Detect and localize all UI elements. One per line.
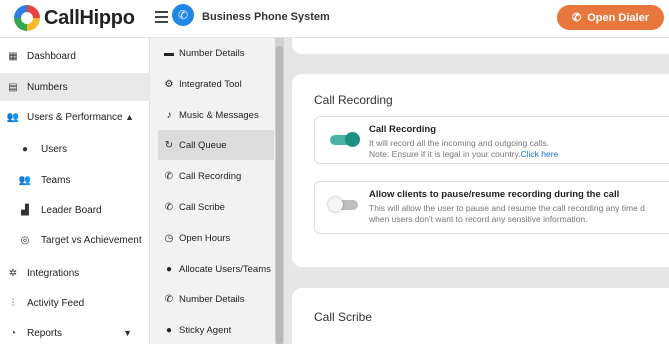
top-bar: CallHippo ✆ Business Phone System ✆ Open …: [0, 0, 669, 38]
sidebar-item-integrations[interactable]: ✲ Integrations: [0, 259, 150, 287]
submenu-item-number-details[interactable]: ▬ Number Details: [158, 38, 274, 68]
submenu-item-open-hours[interactable]: ◷ Open Hours: [158, 223, 274, 253]
submenu-item-number-details-2[interactable]: ✆ Number Details: [158, 284, 274, 314]
user-icon: ●: [21, 143, 29, 155]
submenu-item-label: Call Queue: [179, 139, 227, 151]
sidebar: ▦ Dashboard ▤ Numbers 👥 Users & Performa…: [0, 38, 150, 344]
submenu-item-call-scribe[interactable]: ✆ Call Scribe: [158, 192, 274, 222]
sidebar-item-label: Integrations: [27, 267, 80, 279]
open-dialer-button[interactable]: ✆ Open Dialer: [557, 5, 664, 30]
sidebar-item-label: Leader Board: [41, 204, 102, 216]
logo-text: CallHippo: [44, 6, 135, 29]
sidebar-item-users-performance[interactable]: 👥 Users & Performance ▲: [0, 103, 150, 131]
sidebar-item-label: Dashboard: [27, 50, 76, 62]
phone-details-icon: ✆: [164, 293, 174, 305]
hamburger-menu-icon[interactable]: [155, 11, 168, 23]
target-icon: ◎: [20, 234, 30, 246]
sidebar-item-reports[interactable]: ◔ Reports ▼: [0, 319, 150, 344]
open-dialer-label: Open Dialer: [587, 11, 649, 24]
submenu-item-sticky-agent[interactable]: ● Sticky Agent: [158, 315, 274, 344]
submenu-item-label: Number Details: [179, 47, 245, 59]
submenu-item-label: Open Hours: [179, 232, 231, 244]
phone-icon: ✆: [172, 4, 194, 26]
sidebar-item-label: Teams: [41, 174, 71, 186]
option-title: Allow clients to pause/resume recording …: [369, 189, 620, 200]
sidebar-item-label: Target vs Achievement: [41, 234, 142, 246]
submenu-item-call-recording[interactable]: ✆ Call Recording: [158, 161, 274, 191]
phone-icon: ✆: [572, 12, 582, 24]
users-icon: 👥: [6, 111, 20, 123]
sidebar-item-teams[interactable]: 👥 Teams: [0, 166, 150, 194]
activity-icon: ⫶: [11, 297, 15, 309]
logo-icon: [14, 5, 40, 31]
submenu-item-integrated-tool[interactable]: ⚙ Integrated Tool: [158, 69, 274, 99]
submenu-item-label: Sticky Agent: [179, 324, 232, 336]
sidebar-item-label: Users: [41, 143, 68, 155]
queue-icon: ↻: [164, 139, 174, 151]
option-description-2: when users don't want to record any sens…: [369, 214, 588, 224]
click-here-link[interactable]: Click here: [521, 149, 559, 159]
integrations-icon: ✲: [8, 267, 18, 279]
submenu-item-label: Integrated Tool: [179, 78, 242, 90]
submenu-scrollbar[interactable]: [275, 38, 284, 344]
submenu-item-music-messages[interactable]: ♪ Music & Messages: [158, 100, 274, 130]
pause-resume-toggle[interactable]: [328, 197, 358, 212]
chevron-down-icon[interactable]: ▼: [123, 328, 132, 338]
sidebar-item-dashboard[interactable]: ▦ Dashboard: [0, 42, 150, 70]
call-recording-card: Call Recording Call Recording It will re…: [292, 74, 669, 267]
option-description: This will allow the user to pause and re…: [369, 203, 645, 213]
main-content: Call Recording Call Recording It will re…: [284, 38, 669, 344]
callhippo-logo[interactable]: CallHippo: [14, 5, 135, 31]
sidebar-item-leader-board[interactable]: ▟ Leader Board: [0, 196, 150, 224]
submenu-item-label: Music & Messages: [179, 109, 259, 121]
option-description: It will record all the incoming and outg…: [369, 138, 550, 148]
sidebar-item-label: Reports: [27, 327, 63, 339]
reports-icon: ◔: [9, 327, 17, 339]
sidebar-item-target-vs-achievement[interactable]: ◎ Target vs Achievement: [0, 226, 150, 254]
call-scribe-card: Call Scribe: [292, 288, 669, 344]
submenu-item-label: Number Details: [179, 293, 245, 305]
section-title: Call Recording: [314, 93, 393, 107]
previous-section-card: [292, 38, 669, 54]
briefcase-icon: ▬: [164, 47, 174, 59]
teams-icon: 👥: [18, 174, 32, 186]
scrollbar-thumb[interactable]: [276, 46, 283, 344]
agent-icon: ●: [165, 324, 173, 336]
chevron-up-icon[interactable]: ▲: [125, 112, 134, 122]
call-recording-option: Call Recording It will record all the in…: [314, 116, 669, 164]
submenu-item-call-queue[interactable]: ↻ Call Queue: [158, 130, 274, 160]
numbers-icon: ▤: [8, 81, 18, 93]
sidebar-item-activity-feed[interactable]: ⫶ Activity Feed: [0, 289, 150, 317]
sidebar-item-label: Activity Feed: [27, 297, 85, 309]
gear-icon: ⚙: [164, 78, 174, 90]
option-title: Call Recording: [369, 124, 437, 135]
sidebar-item-numbers[interactable]: ▤ Numbers: [0, 73, 150, 101]
phone-scribe-icon: ✆: [164, 201, 174, 213]
pause-resume-option: Allow clients to pause/resume recording …: [314, 181, 669, 234]
sidebar-item-label: Numbers: [27, 81, 68, 93]
call-recording-toggle[interactable]: [330, 132, 360, 147]
submenu-item-label: Allocate Users/Teams: [179, 263, 271, 275]
submenu-item-label: Call Scribe: [179, 201, 225, 213]
clock-icon: ◷: [164, 232, 174, 244]
dashboard-icon: ▦: [8, 50, 18, 62]
submenu-item-allocate-users-teams[interactable]: ● Allocate Users/Teams: [158, 254, 274, 284]
option-note: Note: Ensure if it is legal in your coun…: [369, 149, 559, 159]
number-settings-menu: ▬ Number Details ⚙ Integrated Tool ♪ Mus…: [150, 38, 275, 344]
section-title: Call Scribe: [314, 310, 373, 324]
user-circle-icon: ●: [165, 263, 173, 275]
submenu-item-label: Call Recording: [179, 170, 242, 182]
leaderboard-icon: ▟: [21, 204, 29, 216]
music-icon: ♪: [166, 109, 172, 121]
phone-record-icon: ✆: [164, 170, 174, 182]
sidebar-item-users[interactable]: ● Users: [0, 135, 150, 163]
sidebar-item-label: Users & Performance: [27, 111, 123, 123]
app-title: Business Phone System: [202, 11, 330, 23]
